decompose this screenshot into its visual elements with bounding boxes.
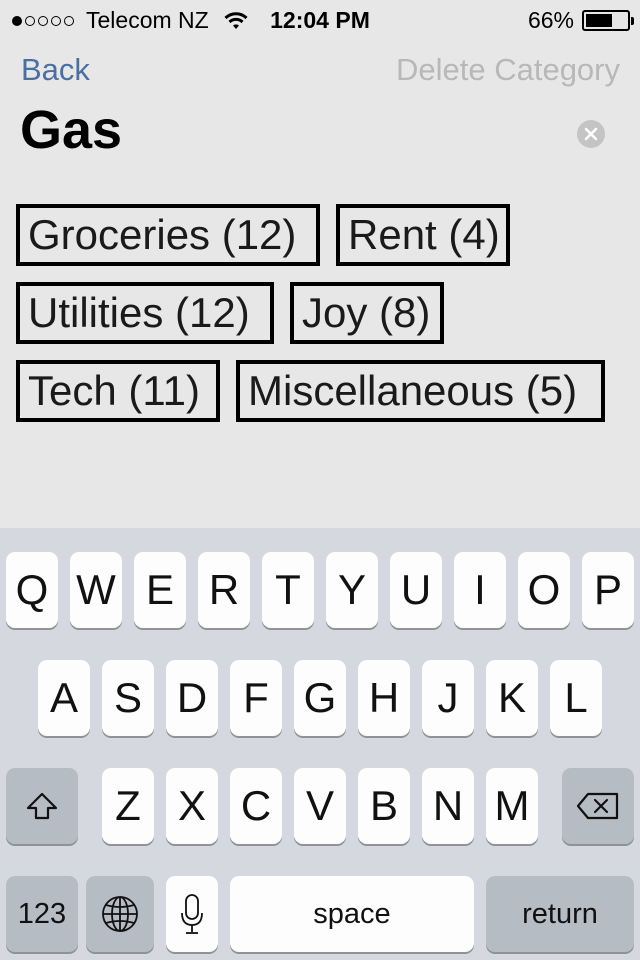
category-chip[interactable]: Miscellaneous (5)	[236, 360, 605, 422]
key-u[interactable]: U	[390, 552, 442, 628]
key-a[interactable]: A	[38, 660, 90, 736]
category-list: Groceries (12) Rent (4) Utilities (12) J…	[16, 204, 616, 424]
key-l[interactable]: L	[550, 660, 602, 736]
status-right: 66%	[527, 7, 634, 34]
battery-icon	[582, 10, 634, 31]
microphone-key[interactable]	[166, 876, 218, 952]
key-v[interactable]: V	[294, 768, 346, 844]
battery-percent: 66%	[527, 7, 574, 33]
key-n[interactable]: N	[422, 768, 474, 844]
numbers-key[interactable]: 123	[6, 876, 78, 952]
key-d[interactable]: D	[166, 660, 218, 736]
key-i[interactable]: I	[454, 552, 506, 628]
key-j[interactable]: J	[422, 660, 474, 736]
backspace-key[interactable]	[562, 768, 634, 844]
key-e[interactable]: E	[134, 552, 186, 628]
battery-fill	[586, 14, 613, 27]
key-o[interactable]: O	[518, 552, 570, 628]
category-chip[interactable]: Groceries (12)	[16, 204, 320, 266]
delete-category-button[interactable]: Delete Category	[396, 52, 620, 88]
key-x[interactable]: X	[166, 768, 218, 844]
space-key[interactable]: space	[230, 876, 474, 952]
category-chip[interactable]: Utilities (12)	[16, 282, 274, 344]
clear-x-icon	[584, 127, 598, 141]
return-key[interactable]: return	[486, 876, 634, 952]
keyboard: Q W E R T Y U I O P A S D F G H J K L Z …	[0, 528, 640, 960]
microphone-icon	[181, 894, 203, 934]
key-q[interactable]: Q	[6, 552, 58, 628]
key-f[interactable]: F	[230, 660, 282, 736]
shift-icon	[26, 792, 58, 820]
category-chip[interactable]: Rent (4)	[336, 204, 510, 266]
key-g[interactable]: G	[294, 660, 346, 736]
status-bar: Telecom NZ 12:04 PM 66%	[0, 0, 640, 40]
key-r[interactable]: R	[198, 552, 250, 628]
key-b[interactable]: B	[358, 768, 410, 844]
clear-icon[interactable]	[577, 120, 605, 148]
backspace-icon	[576, 792, 619, 820]
category-name-input[interactable]	[20, 95, 560, 165]
globe-icon	[102, 896, 138, 932]
category-chip[interactable]: Tech (11)	[16, 360, 220, 422]
key-w[interactable]: W	[70, 552, 122, 628]
shift-key[interactable]	[6, 768, 78, 844]
battery-cap	[631, 17, 634, 25]
key-p[interactable]: P	[582, 552, 634, 628]
back-button[interactable]: Back	[21, 52, 90, 88]
key-h[interactable]: H	[358, 660, 410, 736]
key-t[interactable]: T	[262, 552, 314, 628]
key-c[interactable]: C	[230, 768, 282, 844]
key-k[interactable]: K	[486, 660, 538, 736]
category-chip[interactable]: Joy (8)	[290, 282, 444, 344]
key-z[interactable]: Z	[102, 768, 154, 844]
key-s[interactable]: S	[102, 660, 154, 736]
key-y[interactable]: Y	[326, 552, 378, 628]
key-m[interactable]: M	[486, 768, 538, 844]
globe-key[interactable]	[86, 876, 154, 952]
